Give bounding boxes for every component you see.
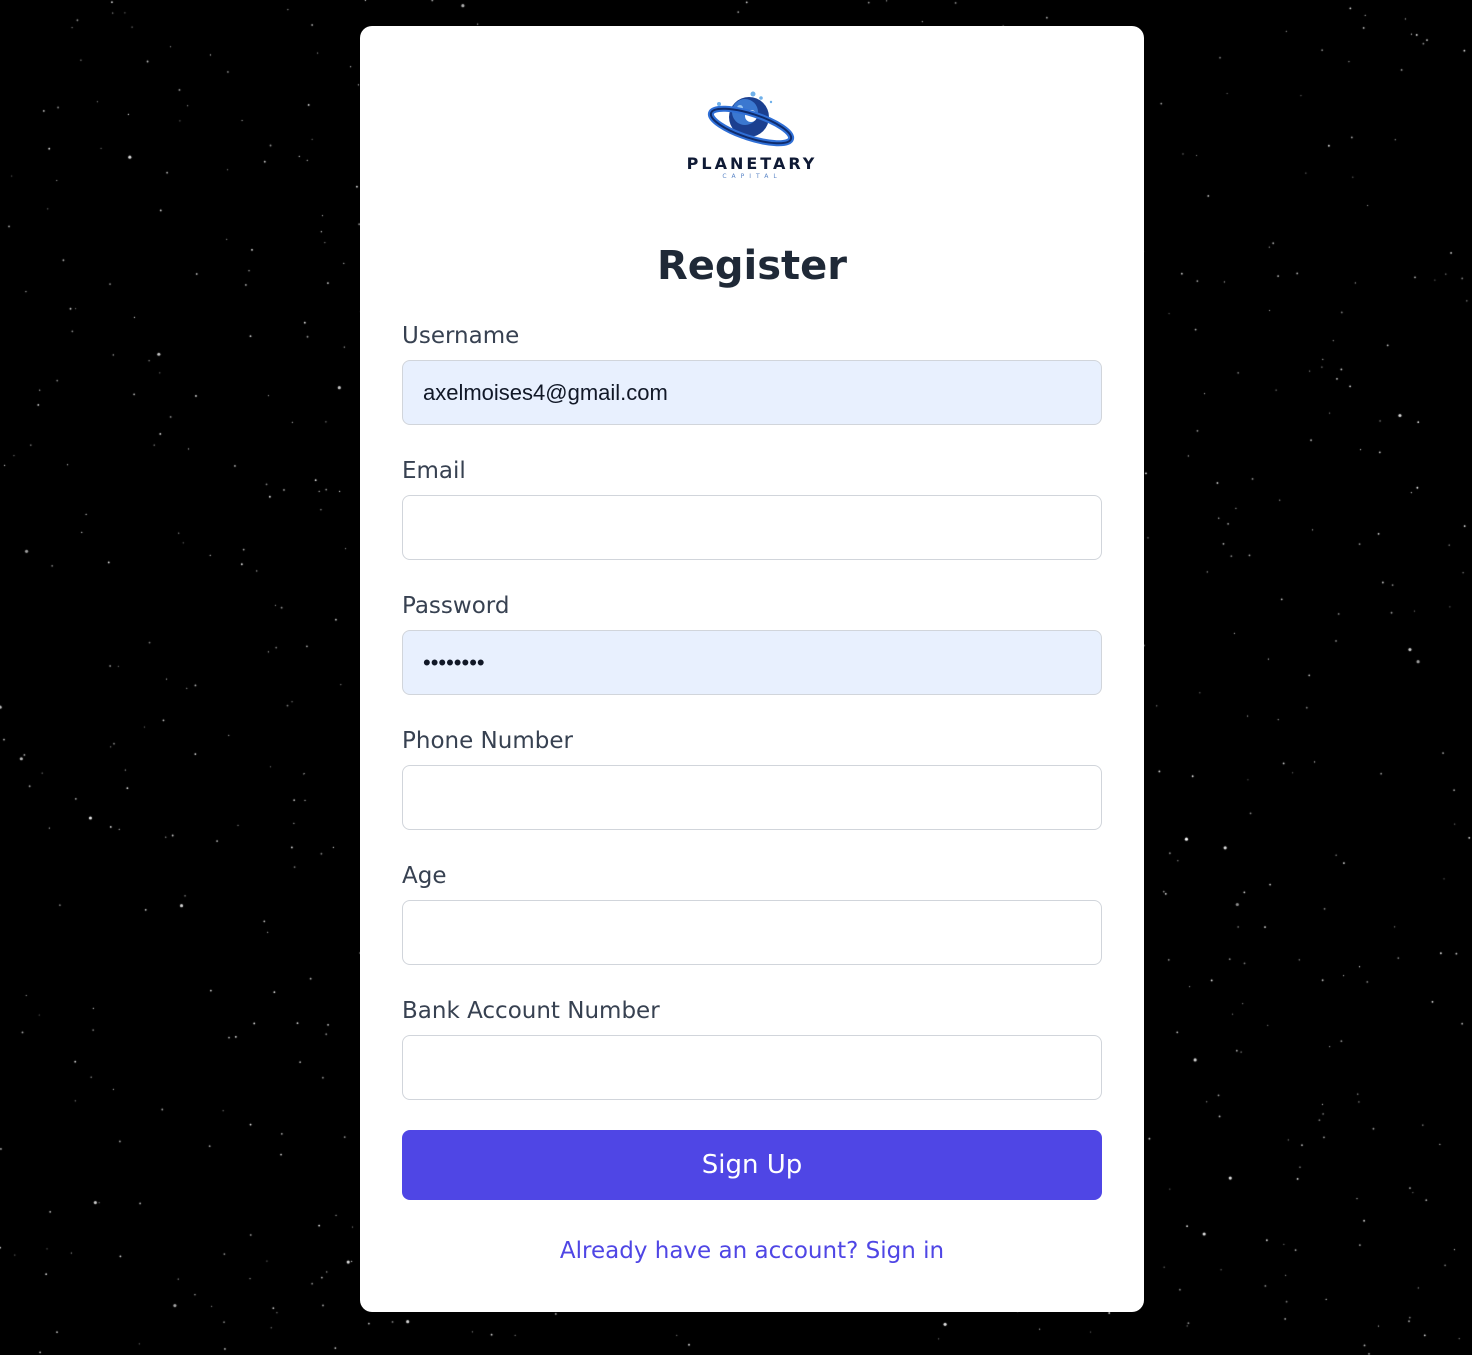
age-input[interactable]	[402, 900, 1102, 965]
email-input[interactable]	[402, 495, 1102, 560]
phone-input[interactable]	[402, 765, 1102, 830]
password-label: Password	[402, 593, 510, 619]
password-field-group: Password	[402, 592, 1102, 695]
username-input[interactable]	[402, 360, 1102, 425]
sign-up-button[interactable]: Sign Up	[402, 1130, 1102, 1200]
brand-name: PLANETARY	[686, 154, 818, 173]
password-input[interactable]	[402, 630, 1102, 695]
phone-label: Phone Number	[402, 728, 573, 754]
brand-tagline: CAPITAL	[722, 173, 782, 180]
register-card: PLANETARY CAPITAL Register Username Emai…	[360, 26, 1144, 1312]
age-field-group: Age	[402, 862, 1102, 965]
username-field-group: Username	[402, 322, 1102, 425]
username-label: Username	[402, 323, 520, 349]
brand-logo: PLANETARY CAPITAL	[360, 90, 1144, 181]
email-label: Email	[402, 458, 466, 484]
age-label: Age	[402, 863, 447, 889]
bank-account-field-group: Bank Account Number	[402, 997, 1102, 1100]
planet-ring-logo-icon	[707, 91, 795, 147]
page-title: Register	[656, 243, 848, 289]
sign-in-link[interactable]: Already have an account? Sign in	[360, 1236, 1144, 1266]
email-field-group: Email	[402, 457, 1102, 560]
bank-account-label: Bank Account Number	[402, 998, 660, 1024]
phone-field-group: Phone Number	[402, 727, 1102, 830]
bank-account-input[interactable]	[402, 1035, 1102, 1100]
